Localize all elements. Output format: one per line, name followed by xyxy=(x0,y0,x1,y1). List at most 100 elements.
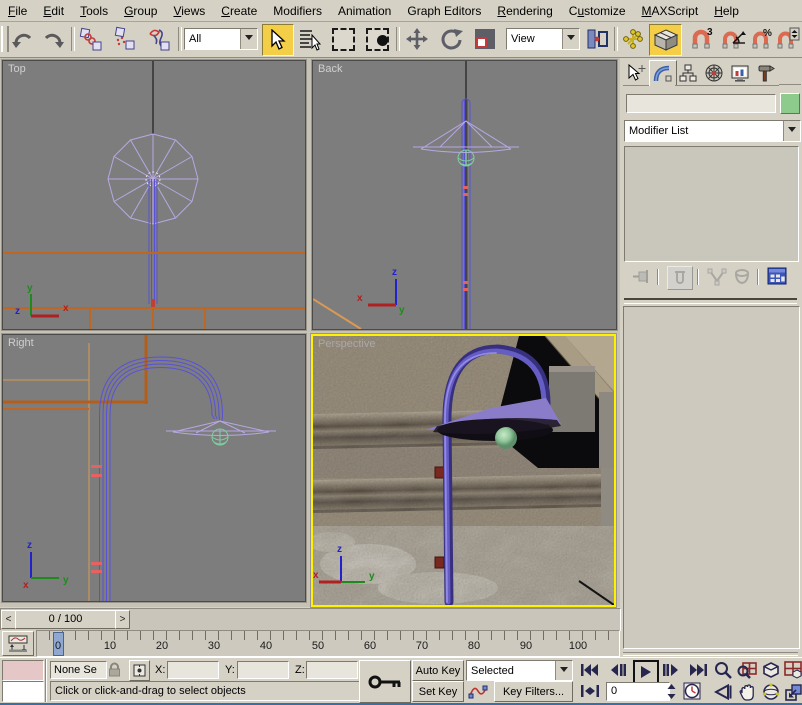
time-slider[interactable]: < 0 / 100 > xyxy=(0,608,621,631)
menu-animation[interactable]: Animation xyxy=(330,2,399,20)
selection-status-field[interactable]: None Se xyxy=(50,661,107,679)
auto-key-button[interactable]: Auto Key xyxy=(412,660,464,681)
selection-filter-dropdown[interactable]: All xyxy=(184,28,258,50)
menu-customize[interactable]: Customize xyxy=(561,2,634,20)
current-frame-field[interactable]: 0 xyxy=(606,682,670,701)
object-color-swatch[interactable] xyxy=(780,93,800,114)
viewport-back-label[interactable]: Back xyxy=(318,63,342,75)
menu-file[interactable]: File xyxy=(0,2,35,20)
zoom-button[interactable] xyxy=(712,660,734,680)
tab-modify[interactable] xyxy=(649,60,677,86)
viewport-top-label[interactable]: Top xyxy=(8,63,26,75)
use-pivot-point-center-button[interactable] xyxy=(582,24,612,54)
make-unique-button[interactable] xyxy=(707,268,727,286)
select-and-link-button[interactable] xyxy=(76,24,106,54)
x-coordinate-field[interactable] xyxy=(167,661,219,679)
reference-coordinate-arrow[interactable] xyxy=(562,29,579,49)
menu-tools[interactable]: Tools xyxy=(72,2,116,20)
undo-button[interactable] xyxy=(8,24,38,54)
go-to-start-button[interactable] xyxy=(578,661,602,679)
viewport-perspective[interactable]: z x y Perspective xyxy=(311,334,616,607)
unlink-selection-button[interactable] xyxy=(110,24,140,54)
menu-modifiers[interactable]: Modifiers xyxy=(265,2,330,20)
percent-snap-toggle-button[interactable]: % xyxy=(748,24,776,54)
previous-frame-button[interactable] xyxy=(606,661,630,679)
menu-edit[interactable]: Edit xyxy=(35,2,72,20)
angle-snap-toggle-button[interactable] xyxy=(718,24,748,54)
window-crossing-toggle-button[interactable] xyxy=(362,24,392,54)
modify-tab-icon xyxy=(653,64,673,84)
selection-set-dropdown[interactable]: Selected xyxy=(466,660,573,681)
open-mini-curve-editor-button[interactable] xyxy=(2,631,34,656)
menu-maxscript[interactable]: MAXScript xyxy=(634,2,707,20)
show-end-result-button[interactable] xyxy=(667,266,693,290)
menu-views[interactable]: Views xyxy=(165,2,213,20)
select-by-name-button[interactable] xyxy=(294,24,324,54)
time-slider-next-button[interactable]: > xyxy=(115,610,130,629)
pin-stack-button[interactable] xyxy=(631,268,651,286)
selection-set-arrow[interactable] xyxy=(555,661,572,680)
zoom-extents-all-button[interactable] xyxy=(784,660,802,680)
tab-utilities[interactable] xyxy=(753,60,779,86)
remove-modifier-button[interactable] xyxy=(733,268,751,286)
time-configuration-button[interactable] xyxy=(681,682,703,700)
menu-rendering[interactable]: Rendering xyxy=(489,2,560,20)
zoom-all-button[interactable] xyxy=(736,660,758,680)
track-bar-ruler[interactable]: 0102030405060708090100 xyxy=(36,630,620,657)
menu-group[interactable]: Group xyxy=(116,2,165,20)
viewport-back[interactable]: z x y Back xyxy=(312,60,617,330)
tab-motion[interactable] xyxy=(701,60,727,86)
set-keys-button[interactable] xyxy=(359,660,411,703)
bind-to-space-warp-button[interactable] xyxy=(144,24,174,54)
pan-view-button[interactable] xyxy=(736,682,758,702)
arc-rotate-button[interactable] xyxy=(760,682,782,702)
modifier-list-arrow[interactable] xyxy=(783,121,800,141)
snaps-toggle-button[interactable] xyxy=(649,24,682,56)
zoom-extents-button[interactable] xyxy=(760,660,782,680)
viewport-perspective-label[interactable]: Perspective xyxy=(318,338,375,350)
key-filters-button[interactable]: Key Filters... xyxy=(494,681,573,702)
selection-lock-toggle[interactable] xyxy=(106,661,122,678)
modifier-list-dropdown[interactable]: Modifier List xyxy=(624,120,801,142)
select-object-button[interactable] xyxy=(262,24,294,56)
select-and-rotate-button[interactable] xyxy=(436,24,466,54)
frame-spinner[interactable] xyxy=(666,682,677,701)
tab-hierarchy[interactable] xyxy=(675,60,701,86)
go-to-end-button[interactable] xyxy=(686,661,710,679)
key-mode-toggle-button[interactable] xyxy=(578,682,602,700)
select-and-move-button[interactable] xyxy=(402,24,432,54)
select-and-scale-button[interactable] xyxy=(470,24,500,54)
reference-coordinate-dropdown[interactable]: View xyxy=(506,28,580,50)
field-of-view-button[interactable] xyxy=(712,682,734,702)
play-animation-button[interactable] xyxy=(633,660,659,684)
viewport-right[interactable]: z y x Right xyxy=(2,334,306,602)
snap-toggle-3d-button[interactable]: 3 xyxy=(686,24,716,54)
tab-display[interactable] xyxy=(727,60,753,86)
ruler-number: 50 xyxy=(312,640,324,652)
modifier-stack-list[interactable] xyxy=(624,146,799,262)
min-max-toggle-button[interactable] xyxy=(784,682,802,702)
configure-modifier-sets-button[interactable] xyxy=(767,267,787,287)
menu-create[interactable]: Create xyxy=(213,2,265,20)
tab-create[interactable] xyxy=(623,60,649,86)
time-slider-prev-button[interactable]: < xyxy=(1,610,16,629)
absolute-mode-transform-toggle[interactable] xyxy=(129,660,150,681)
default-tangent-button[interactable] xyxy=(466,681,490,700)
viewport-right-label[interactable]: Right xyxy=(8,337,34,349)
spinner-snap-toggle-button[interactable] xyxy=(775,24,801,54)
rectangular-selection-region-button[interactable] xyxy=(328,24,358,54)
menu-graph-editors[interactable]: Graph Editors xyxy=(399,2,489,20)
selection-filter-arrow[interactable] xyxy=(240,29,257,49)
select-and-manipulate-button[interactable] xyxy=(620,24,646,54)
redo-button[interactable] xyxy=(38,24,68,54)
time-slider-handle[interactable]: 0 / 100 xyxy=(15,610,116,629)
maxscript-listener-pane[interactable] xyxy=(2,681,44,702)
object-name-field[interactable] xyxy=(626,94,776,113)
macro-recorder-pane[interactable] xyxy=(2,660,44,681)
viewport-top[interactable]: y x z Top xyxy=(2,60,306,330)
set-key-button[interactable]: Set Key xyxy=(412,681,464,702)
y-coordinate-field[interactable] xyxy=(237,661,289,679)
z-coordinate-field[interactable] xyxy=(306,661,358,679)
next-frame-button[interactable] xyxy=(659,661,683,679)
menu-help[interactable]: Help xyxy=(706,2,747,20)
